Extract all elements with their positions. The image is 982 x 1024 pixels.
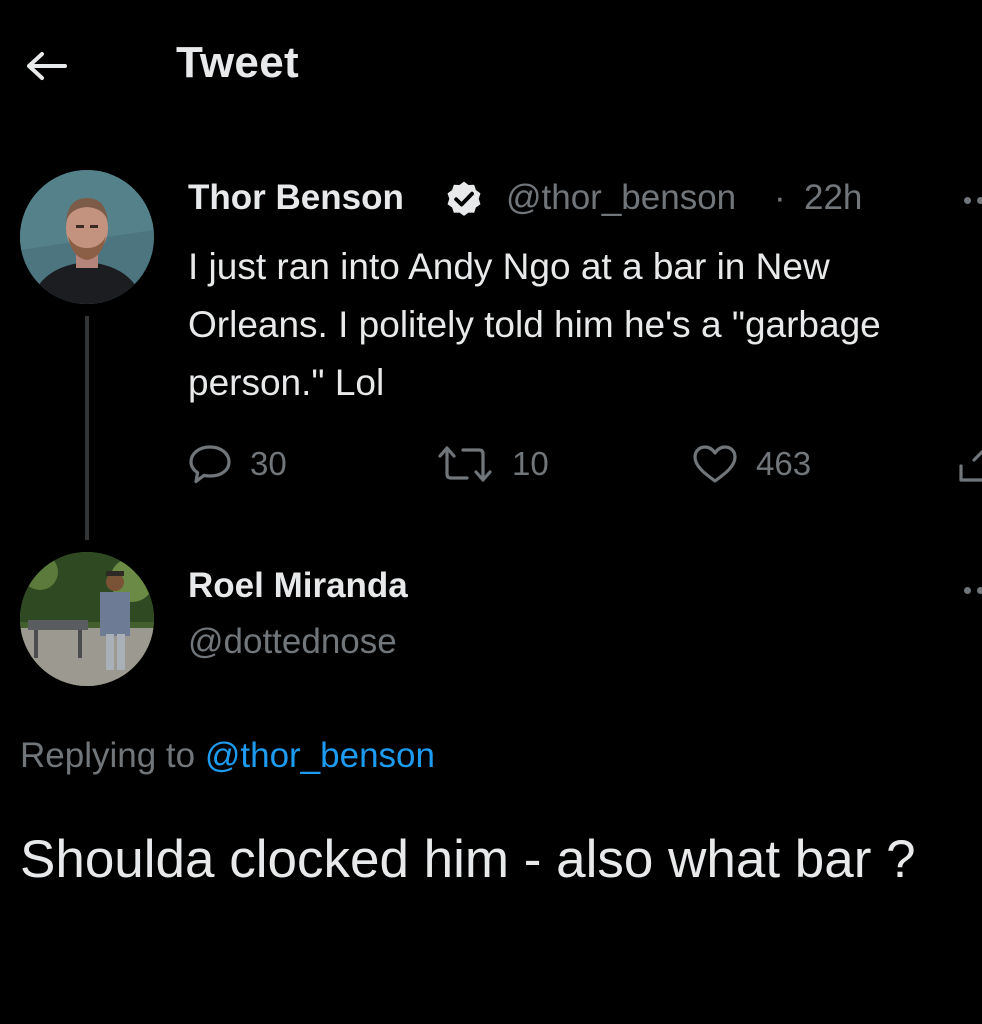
profile-photo-thor xyxy=(20,170,154,304)
avatar-thor-benson[interactable] xyxy=(20,170,154,304)
more-dot xyxy=(977,197,982,204)
avatar-roel-miranda[interactable] xyxy=(20,552,154,686)
back-button[interactable] xyxy=(22,44,70,88)
reply-bubble-icon xyxy=(189,445,231,484)
heart-icon xyxy=(693,445,737,483)
more-dot xyxy=(977,587,982,594)
replying-to-mention-link[interactable]: @thor_benson xyxy=(205,736,435,775)
retweet-button[interactable]: 10 xyxy=(436,436,549,492)
page-title: Tweet xyxy=(176,38,299,87)
reply-text: Shoulda clocked him - also what bar ? xyxy=(20,830,916,889)
reply-author-handle[interactable]: @dottednose xyxy=(188,622,397,662)
more-dots-icon xyxy=(964,197,971,204)
share-icon xyxy=(959,450,982,482)
like-count: 463 xyxy=(756,445,812,482)
tweet-text: I just ran into Andy Ngo at a bar in New… xyxy=(188,246,881,403)
like-button[interactable]: 463 xyxy=(692,436,811,492)
replying-to-label: Replying to xyxy=(20,736,196,775)
tweet-author-name[interactable]: Thor Benson xyxy=(188,178,404,218)
reply-count: 30 xyxy=(250,445,287,482)
share-button[interactable] xyxy=(958,436,982,492)
reply-button[interactable]: 30 xyxy=(188,436,287,492)
reply-author-name[interactable]: Roel Miranda xyxy=(188,566,408,606)
separator-dot: · xyxy=(774,178,786,217)
profile-photo-roel xyxy=(20,552,154,686)
thread-connector-line xyxy=(85,316,89,540)
tweet-more-options-button[interactable] xyxy=(960,190,982,210)
more-dots-icon xyxy=(964,587,971,594)
retweet-count: 10 xyxy=(512,445,549,482)
arrow-left-icon xyxy=(27,52,67,80)
replying-to-line: Replying to @thor_benson xyxy=(20,736,435,776)
reply-more-options-button[interactable] xyxy=(960,580,982,600)
retweet-icon xyxy=(438,446,492,482)
top-bar: Tweet xyxy=(0,0,982,130)
verified-badge-icon xyxy=(447,181,481,216)
tweet-timestamp[interactable]: 22h xyxy=(804,178,862,218)
tweet-author-handle[interactable]: @thor_benson xyxy=(506,178,736,218)
